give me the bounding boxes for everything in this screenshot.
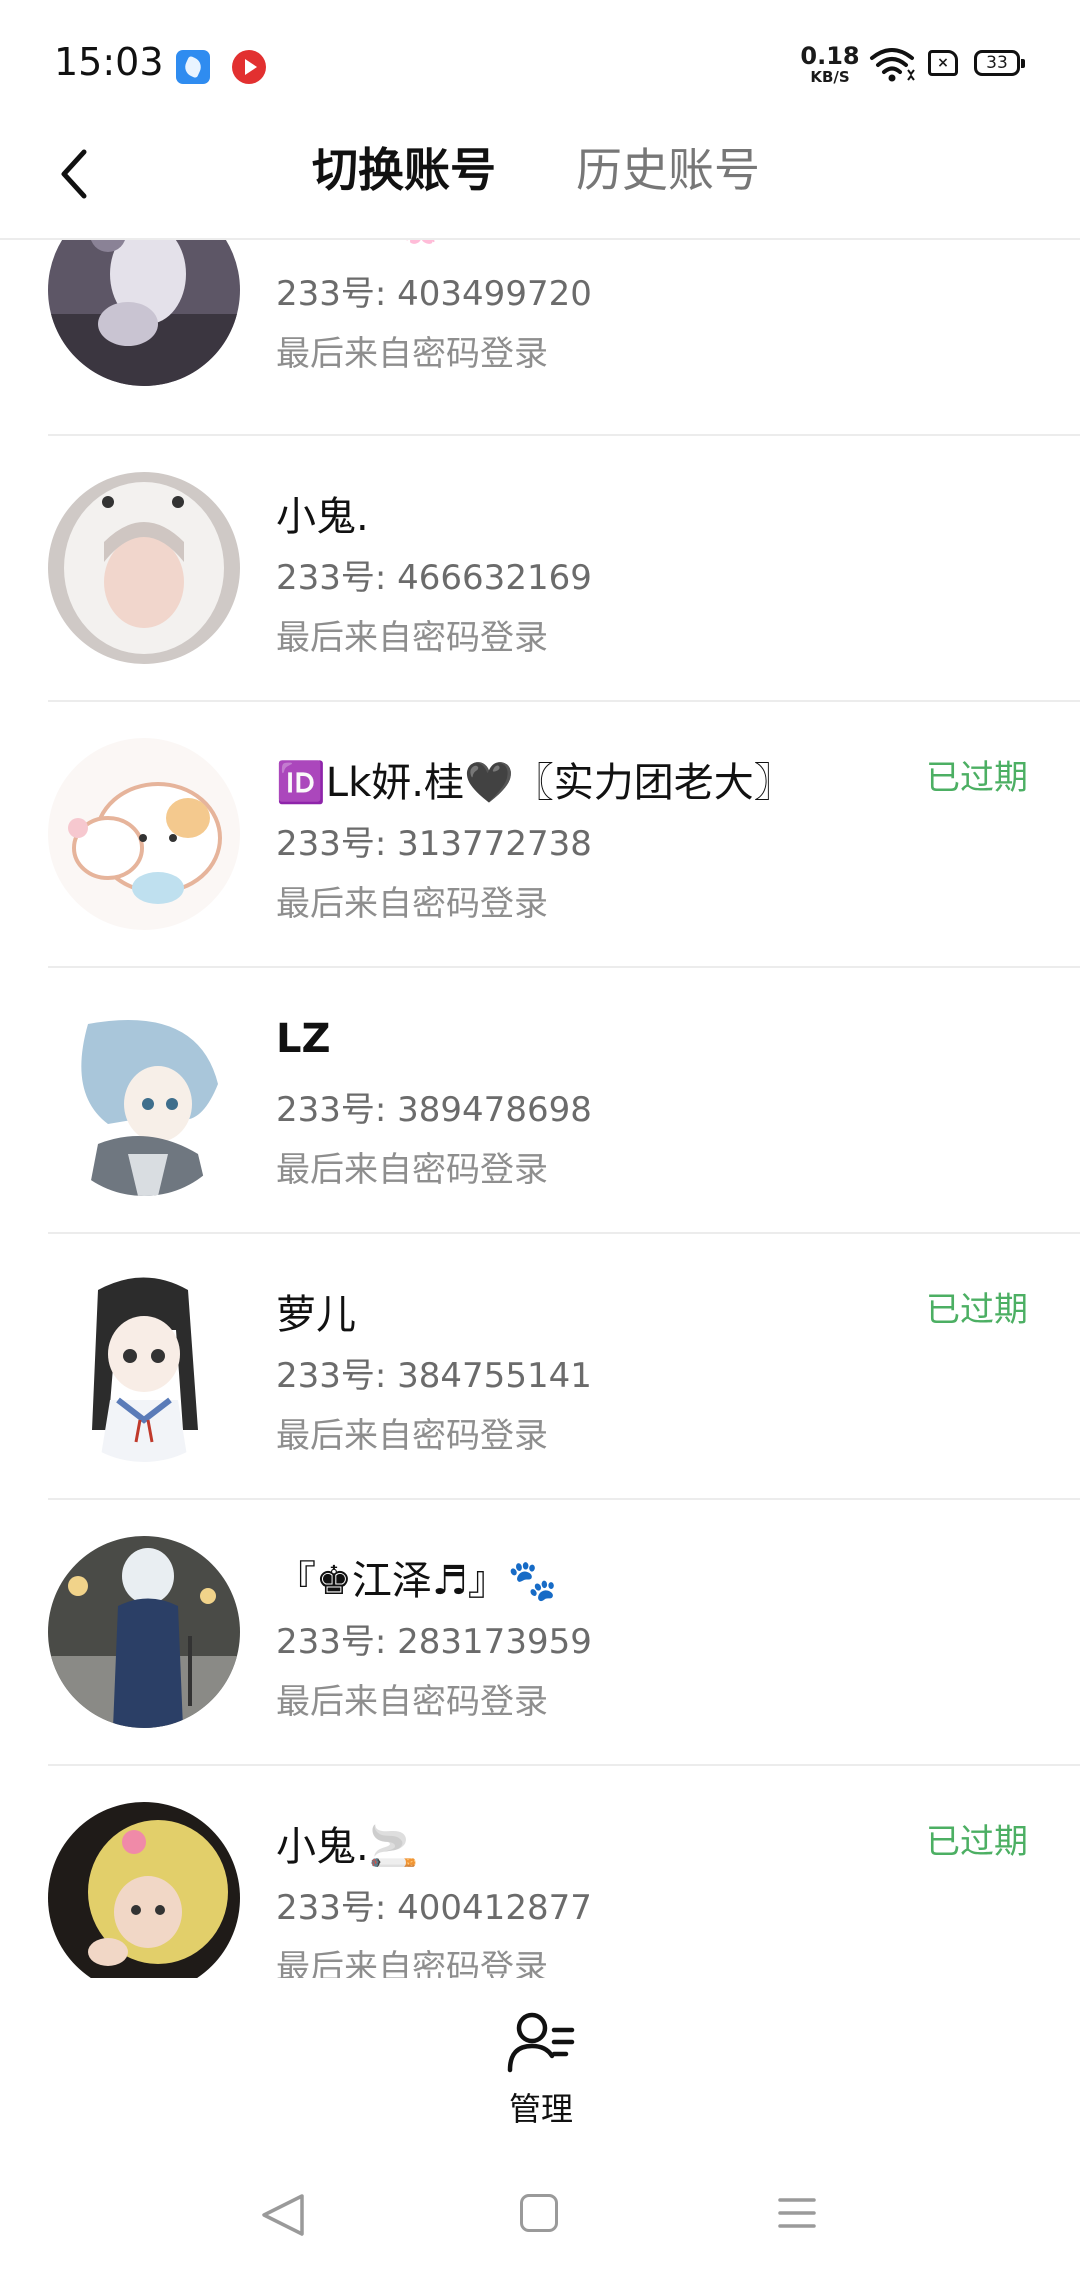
account-name: 🆔Lk妍.桂🖤〖实力团老大〗 bbox=[276, 760, 794, 806]
account-name: LZ bbox=[276, 1016, 331, 1062]
avatar bbox=[48, 1536, 240, 1728]
tab-switch-account[interactable]: 切换账号 bbox=[312, 140, 496, 200]
tab-history-account[interactable]: 历史账号 bbox=[576, 140, 760, 200]
account-login-method: 最后来自密码登录 bbox=[276, 1150, 548, 1190]
avatar bbox=[48, 1802, 240, 1978]
network-speed-unit: KB/S bbox=[810, 68, 850, 86]
chevron-left-icon[interactable] bbox=[56, 144, 96, 204]
account-id: 233号: 283173959 bbox=[276, 1622, 592, 1662]
account-row[interactable]: 『♚江泽♬』🐾 233号: 283173959 最后来自密码登录 bbox=[0, 1500, 1080, 1766]
account-login-method: 最后来自密码登录 bbox=[276, 334, 548, 374]
account-row[interactable]: 萝儿 233号: 384755141 最后来自密码登录 已过期 bbox=[0, 1234, 1080, 1500]
avatar bbox=[48, 738, 240, 930]
avatar bbox=[48, 1004, 240, 1196]
account-id: 233号: 400412877 bbox=[276, 1888, 592, 1928]
nav-home-icon[interactable] bbox=[520, 2194, 558, 2232]
account-login-method: 最后来自密码登录 bbox=[276, 1948, 548, 1978]
account-name: 小鬼. bbox=[276, 494, 369, 540]
account-row[interactable]: 李雪花🌸大小姐 233号: 403499720 最后来自密码登录 bbox=[0, 240, 1080, 436]
account-name: 萝儿 bbox=[276, 1292, 356, 1338]
account-login-method: 最后来自密码登录 bbox=[276, 1416, 548, 1456]
account-list: 李雪花🌸大小姐 233号: 403499720 最后来自密码登录 小鬼. 233… bbox=[0, 240, 1080, 1978]
video-app-icon bbox=[232, 50, 266, 84]
status-badge: 已过期 bbox=[926, 758, 1028, 798]
manage-button[interactable]: 管理 bbox=[496, 2010, 586, 2130]
account-name: 『♚江泽♬』🐾 bbox=[276, 1558, 558, 1604]
app-notification-icon bbox=[176, 50, 210, 84]
account-id: 233号: 389478698 bbox=[276, 1090, 592, 1130]
account-row[interactable]: 小鬼.🚬 233号: 400412877 最后来自密码登录 已过期 bbox=[0, 1766, 1080, 1978]
avatar bbox=[48, 472, 240, 664]
nav-menu-icon[interactable] bbox=[778, 2196, 816, 2230]
avatar bbox=[48, 1270, 240, 1462]
status-badge: 已过期 bbox=[926, 1290, 1028, 1330]
avatar bbox=[48, 240, 240, 386]
account-id: 233号: 384755141 bbox=[276, 1356, 592, 1396]
battery-icon: 33 bbox=[974, 50, 1025, 76]
account-login-method: 最后来自密码登录 bbox=[276, 884, 548, 924]
status-bar: 15:03 0.18 KB/S × 33 bbox=[0, 0, 1080, 130]
network-speed-value: 0.18 bbox=[800, 42, 860, 70]
account-login-method: 最后来自密码登录 bbox=[276, 618, 548, 658]
account-name: 李雪花🌸大小姐 bbox=[276, 240, 566, 248]
account-id: 233号: 466632169 bbox=[276, 558, 592, 598]
network-speed: 0.18 KB/S bbox=[800, 44, 860, 85]
account-row[interactable]: LZ 233号: 389478698 最后来自密码登录 bbox=[0, 968, 1080, 1234]
wifi-icon bbox=[870, 48, 915, 82]
account-name: 小鬼.🚬 bbox=[276, 1824, 419, 1870]
account-row[interactable]: 🆔Lk妍.桂🖤〖实力团老大〗 233号: 313772738 最后来自密码登录 … bbox=[0, 702, 1080, 968]
account-id: 233号: 313772738 bbox=[276, 824, 592, 864]
nav-back-icon[interactable] bbox=[258, 2192, 308, 2238]
status-badge: 已过期 bbox=[926, 1822, 1028, 1862]
account-row[interactable]: 小鬼. 233号: 466632169 最后来自密码登录 bbox=[0, 436, 1080, 702]
header-bar bbox=[0, 130, 1080, 240]
user-list-icon bbox=[507, 2012, 575, 2073]
manage-label: 管理 bbox=[508, 2090, 573, 2128]
account-id: 233号: 403499720 bbox=[276, 274, 592, 314]
sim-icon: × bbox=[928, 50, 958, 76]
account-login-method: 最后来自密码登录 bbox=[276, 1682, 548, 1722]
status-time: 15:03 bbox=[54, 40, 164, 84]
